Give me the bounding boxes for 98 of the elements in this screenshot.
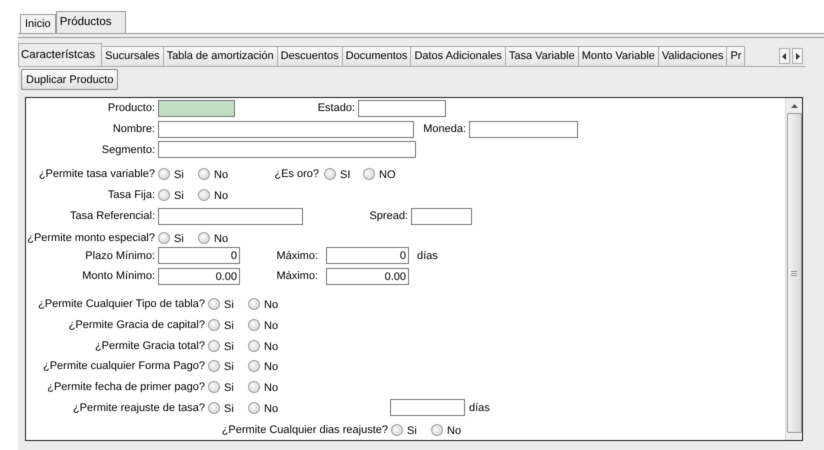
field-label: Tasa Referencial: [69, 210, 155, 222]
tab[interactable]: Sucursales [102, 46, 164, 66]
field-label: ¿Permite reajuste de tasa? [72, 402, 205, 414]
field-label: ¿Permite Gracia total? [94, 340, 205, 352]
unit-label: días [417, 250, 438, 262]
scrollbar[interactable] [785, 98, 802, 440]
field-label: ¿Permite Cualquier Tipo de tabla? [37, 298, 205, 310]
radio-label[interactable]: Si [224, 380, 234, 394]
field-label: ¿Permite tasa variable? [38, 168, 155, 180]
radio-button[interactable] [391, 424, 403, 436]
text-field[interactable]: 0 [326, 247, 409, 264]
text-field[interactable]: 0 [158, 247, 240, 264]
radio-label[interactable]: Si [224, 297, 234, 312]
radio-label[interactable]: Si [224, 400, 234, 415]
radio-label[interactable]: SI [340, 166, 350, 181]
text-field[interactable] [158, 208, 303, 225]
field-label: Estado: [316, 102, 355, 114]
radio-label[interactable]: No [264, 338, 278, 353]
duplicate-button[interactable]: Duplicar Producto [21, 69, 118, 90]
radio-button[interactable] [158, 232, 170, 244]
radio-button[interactable] [248, 360, 260, 372]
radio-button[interactable] [198, 189, 210, 202]
radio-button[interactable] [208, 318, 220, 331]
radio-button[interactable] [324, 168, 336, 180]
field-label: Nombre: [112, 123, 155, 136]
radio-button[interactable] [208, 402, 220, 414]
text-field[interactable] [158, 120, 414, 138]
radio-button[interactable] [208, 340, 220, 352]
radio-button[interactable] [248, 318, 260, 331]
radio-label[interactable]: No [214, 166, 228, 181]
field-label: Segmento: [100, 144, 155, 156]
radio-button[interactable] [208, 298, 220, 310]
field-label: Plazo Mínimo: [84, 250, 155, 262]
field-label: Tasa Fija: [106, 189, 155, 202]
radio-button[interactable] [198, 168, 210, 180]
field-label: ¿Permite cualquier Forma Pago? [42, 360, 205, 372]
text-field[interactable] [158, 141, 416, 158]
text-field[interactable] [411, 208, 472, 225]
field-label: Máximo: [275, 270, 318, 282]
radio-label[interactable]: No [214, 230, 228, 245]
tab[interactable]: Documentos [342, 46, 412, 66]
radio-label[interactable]: Si [224, 318, 234, 332]
radio-label[interactable]: NO [379, 166, 396, 181]
field-label: Monto Mínimo: [81, 270, 155, 282]
radio-label[interactable]: No [264, 380, 278, 394]
unit-label: días [469, 402, 490, 414]
radio-label[interactable]: No [264, 318, 278, 332]
scroll-right-icon[interactable] [792, 48, 803, 64]
radio-label[interactable]: No [264, 400, 278, 415]
tab[interactable]: Validaciones [658, 46, 728, 66]
text-field[interactable] [358, 100, 446, 117]
radio-button[interactable] [363, 168, 375, 180]
radio-label[interactable]: No [264, 297, 278, 312]
radio-button[interactable] [158, 189, 170, 202]
radio-button[interactable] [248, 298, 260, 310]
tab[interactable]: Descuentos [278, 46, 343, 66]
radio-button[interactable] [158, 168, 170, 180]
radio-button[interactable] [248, 381, 260, 394]
radio-label[interactable]: No [264, 359, 278, 374]
tab[interactable]: Pr [727, 46, 746, 66]
tab[interactable]: Tabla de amortización [164, 46, 278, 66]
grip-icon [791, 270, 797, 276]
radio-label[interactable]: Si [174, 230, 184, 245]
field-label: Producto: [106, 102, 155, 114]
radio-button[interactable] [208, 381, 220, 394]
radio-label[interactable]: Si [174, 188, 184, 202]
radio-button[interactable] [248, 402, 260, 414]
field-label: ¿Permite fecha de primer pago? [46, 381, 205, 394]
tab[interactable]: Datos Adicionales [411, 46, 506, 66]
radio-button[interactable] [248, 340, 260, 352]
tab[interactable]: Monto Variable [578, 46, 659, 66]
text-field[interactable]: 0.00 [326, 268, 409, 285]
radio-label[interactable]: No [447, 422, 462, 437]
text-field[interactable] [469, 120, 578, 138]
field-label: Spread: [368, 210, 408, 222]
text-field[interactable] [158, 100, 235, 117]
scrollbar-thumb[interactable] [786, 113, 802, 433]
field-label: ¿Es oro? [273, 168, 319, 180]
radio-label[interactable]: Si [407, 422, 417, 437]
field-label: Máximo: [275, 250, 318, 262]
field-label: Moneda: [422, 123, 466, 136]
radio-label[interactable]: Si [224, 338, 234, 353]
text-field[interactable]: 0.00 [158, 268, 240, 285]
radio-button[interactable] [431, 424, 443, 436]
field-label: ¿Permite Gracia de capital? [68, 318, 205, 331]
field-label: ¿Permite monto especial? [26, 232, 155, 244]
tab[interactable]: Inicio [20, 14, 56, 33]
tab[interactable]: Característcas [18, 43, 102, 66]
radio-label[interactable]: Si [174, 166, 184, 181]
field-label: ¿Permite Cualquier dias reajuste? [220, 424, 388, 436]
radio-button[interactable] [198, 232, 210, 244]
tab[interactable]: Tasa Variable [506, 46, 579, 66]
radio-button[interactable] [208, 360, 220, 372]
radio-label[interactable]: No [214, 188, 228, 202]
tab[interactable]: Próductos [56, 11, 126, 33]
radio-label[interactable]: Si [224, 359, 234, 374]
text-field[interactable] [390, 399, 465, 416]
scroll-left-icon[interactable] [779, 48, 790, 64]
